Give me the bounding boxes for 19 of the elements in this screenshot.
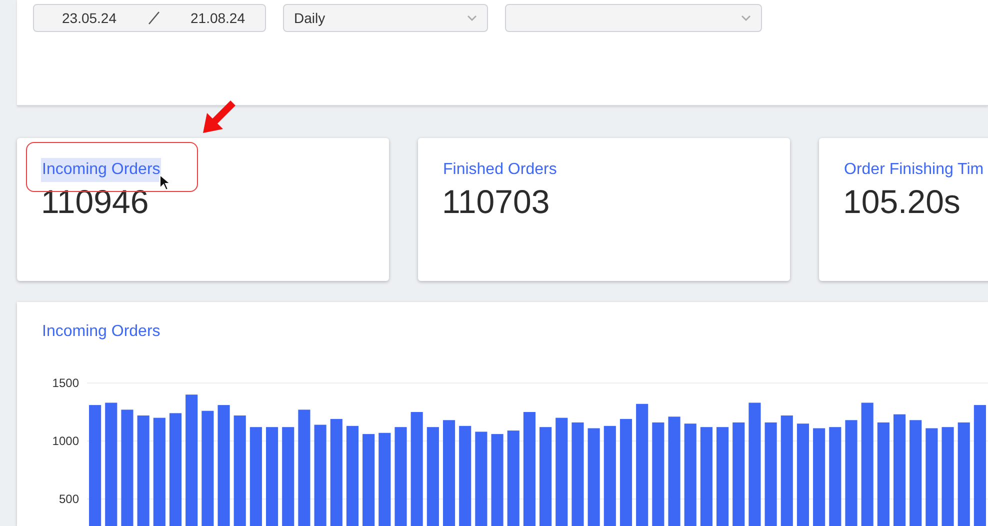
kpi-value: 105.20s — [843, 183, 960, 220]
kpi-title: Finished Orders — [442, 160, 558, 180]
kpi-value: 110703 — [442, 183, 550, 220]
caret-icon — [741, 15, 751, 21]
cursor-icon — [159, 174, 171, 191]
end-date: 21.08.24 — [190, 8, 245, 28]
date-range-field[interactable]: 23.05.24 21.08.24 — [33, 4, 266, 32]
axis-tick-label: 500 — [58, 492, 79, 506]
axis-tick-label: 1000 — [52, 434, 79, 448]
kpi-value: 110946 — [41, 183, 149, 220]
kpi-title: Order Finishing Tim — [843, 160, 985, 180]
select-field[interactable] — [505, 4, 762, 32]
select-value: Daily — [294, 8, 326, 28]
axis-tick-label: 1500 — [52, 376, 79, 390]
kpi-title: Incoming Orders — [41, 158, 162, 182]
caret-icon — [467, 15, 477, 21]
chart-title: Incoming Orders — [41, 322, 162, 342]
start-date: 23.05.24 — [62, 8, 116, 28]
select-field[interactable]: Daily — [283, 4, 488, 32]
